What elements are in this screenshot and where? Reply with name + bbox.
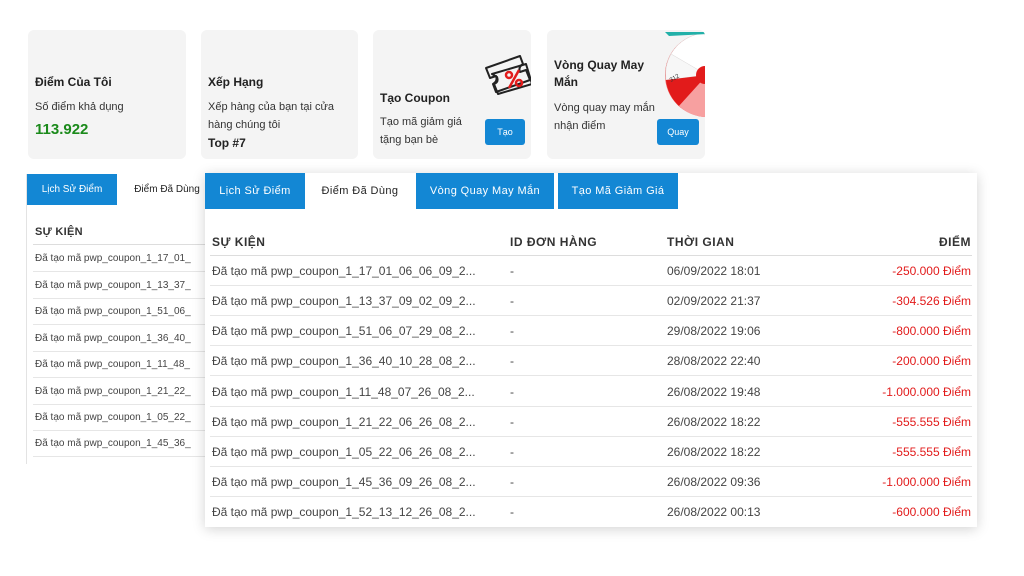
cell-order-id: - (510, 294, 514, 308)
points-card-value: 113.922 (35, 121, 89, 138)
cell-time: 26/08/2022 19:48 (667, 385, 761, 399)
cell-time: 26/08/2022 09:36 (667, 475, 761, 489)
spin-wheel-button[interactable]: Quay (657, 119, 699, 145)
back-table-row: Đã tạo mã pwp_coupon_1_21_22_ (33, 379, 216, 405)
column-header-order-id: ID ĐƠN HÀNG (510, 235, 598, 249)
cell-points: -1.000.000 Điểm (882, 385, 971, 399)
tab-points-history[interactable]: Lịch Sử Điểm (205, 173, 305, 209)
points-card: Điểm Của Tôi Số điểm khả dụng 113.922 (28, 30, 186, 159)
table-row: Đã tạo mã pwp_coupon_1_11_48_07_26_08_2.… (210, 377, 972, 407)
cell-order-id: - (510, 475, 514, 489)
cell-time: 29/08/2022 19:06 (667, 324, 761, 338)
cell-event: Đã tạo mã pwp_coupon_1_11_48_07_26_08_2.… (212, 385, 475, 399)
create-coupon-button[interactable]: Tạo (485, 119, 525, 145)
lucky-wheel-icon: 312 (655, 30, 705, 125)
lucky-wheel-card: Vòng Quay May Mắn Vòng quay may mắn nhận… (547, 30, 705, 159)
points-card-label: Số điểm khả dụng (35, 101, 124, 113)
back-table-row: Đã tạo mã pwp_coupon_1_13_37_ (33, 273, 216, 299)
column-header-event: SỰ KIỆN (212, 235, 266, 249)
cell-time: 28/08/2022 22:40 (667, 354, 761, 368)
table-row: Đã tạo mã pwp_coupon_1_51_06_07_29_08_2.… (210, 316, 972, 346)
back-header-divider (33, 244, 216, 245)
points-used-panel: Lịch Sử Điểm Điểm Đã Dùng Vòng Quay May … (205, 173, 977, 527)
tab-points-used[interactable]: Điểm Đã Dùng (305, 173, 415, 209)
cell-points: -555.555 Điểm (892, 445, 971, 459)
cell-time: 26/08/2022 18:22 (667, 445, 761, 459)
back-table-row: Đã tạo mã pwp_coupon_1_36_40_ (33, 326, 216, 352)
column-header-time: THỜI GIAN (667, 235, 735, 249)
tab-lucky-wheel[interactable]: Vòng Quay May Mắn (416, 173, 554, 209)
cell-points: -555.555 Điểm (892, 415, 971, 429)
table-row: Đã tạo mã pwp_coupon_1_05_22_06_26_08_2.… (210, 437, 972, 467)
lucky-wheel-card-title: Vòng Quay May Mắn (554, 58, 645, 89)
cell-points: -304.526 Điểm (892, 294, 971, 308)
rank-card-text: Xếp hàng của bạn tại cửa hàng chúng tôi (208, 101, 335, 131)
table-row: Đã tạo mã pwp_coupon_1_17_01_06_06_09_2.… (210, 256, 972, 286)
cell-order-id: - (510, 505, 514, 519)
cell-order-id: - (510, 415, 514, 429)
cell-time: 26/08/2022 00:13 (667, 505, 761, 519)
back-table-row: Đã tạo mã pwp_coupon_1_11_48_ (33, 352, 216, 378)
column-header-points: ĐIỂM (939, 235, 971, 249)
cell-points: -1.000.000 Điểm (882, 475, 971, 489)
points-card-title: Điểm Của Tôi (35, 75, 112, 89)
back-table-row: Đã tạo mã pwp_coupon_1_45_36_ (33, 431, 216, 457)
table-row: Đã tạo mã pwp_coupon_1_21_22_06_26_08_2.… (210, 407, 972, 437)
cell-order-id: - (510, 354, 514, 368)
table-row: Đã tạo mã pwp_coupon_1_13_37_09_02_09_2.… (210, 286, 972, 316)
cell-event: Đã tạo mã pwp_coupon_1_36_40_10_28_08_2.… (212, 354, 476, 368)
cell-event: Đã tạo mã pwp_coupon_1_21_22_06_26_08_2.… (212, 415, 476, 429)
coupon-card: Tạo Coupon Tạo mã giảm giá tặng bạn bè T… (373, 30, 531, 159)
back-tab-points-used[interactable]: Điểm Đã Dùng (117, 174, 216, 205)
table-row: Đã tạo mã pwp_coupon_1_36_40_10_28_08_2.… (210, 346, 972, 376)
cell-event: Đã tạo mã pwp_coupon_1_52_13_12_26_08_2.… (212, 505, 476, 519)
cell-time: 26/08/2022 18:22 (667, 415, 761, 429)
cell-points: -200.000 Điểm (892, 354, 971, 368)
cell-points: -800.000 Điểm (892, 324, 971, 338)
coupon-card-text: Tạo mã giảm giá tặng bạn bè (380, 116, 462, 146)
table-row: Đã tạo mã pwp_coupon_1_45_36_09_26_08_2.… (210, 467, 972, 497)
back-points-panel: Lịch Sử Điểm Điểm Đã Dùng SỰ KIỆN Đã tạo… (26, 174, 216, 464)
cell-event: Đã tạo mã pwp_coupon_1_05_22_06_26_08_2.… (212, 445, 476, 459)
cell-event: Đã tạo mã pwp_coupon_1_17_01_06_06_09_2.… (212, 264, 476, 278)
cell-event: Đã tạo mã pwp_coupon_1_51_06_07_29_08_2.… (212, 324, 476, 338)
cell-order-id: - (510, 324, 514, 338)
rank-card: Xếp Hạng Xếp hàng của bạn tại cửa hàng c… (201, 30, 358, 159)
cell-event: Đã tạo mã pwp_coupon_1_13_37_09_02_09_2.… (212, 294, 476, 308)
back-column-event: SỰ KIỆN (35, 226, 83, 238)
coupon-percent-icon (482, 50, 531, 107)
coupon-card-title: Tạo Coupon (380, 91, 450, 105)
table-row: Đã tạo mã pwp_coupon_1_52_13_12_26_08_2.… (210, 497, 972, 527)
cell-points: -250.000 Điểm (892, 264, 971, 278)
back-table-row: Đã tạo mã pwp_coupon_1_51_06_ (33, 299, 216, 325)
cell-time: 06/09/2022 18:01 (667, 264, 761, 278)
rank-card-title: Xếp Hạng (208, 75, 264, 89)
lucky-wheel-card-text: Vòng quay may mắn nhận điểm (554, 102, 655, 132)
cell-time: 02/09/2022 21:37 (667, 294, 761, 308)
cell-order-id: - (510, 445, 514, 459)
cell-order-id: - (510, 264, 514, 278)
back-table-row: Đã tạo mã pwp_coupon_1_05_22_ (33, 405, 216, 431)
rank-card-value: Top #7 (208, 136, 246, 150)
back-tab-points-history[interactable]: Lịch Sử Điểm (27, 174, 117, 205)
back-table-row: Đã tạo mã pwp_coupon_1_17_01_ (33, 246, 216, 272)
cell-event: Đã tạo mã pwp_coupon_1_45_36_09_26_08_2.… (212, 475, 476, 489)
cell-points: -600.000 Điểm (892, 505, 971, 519)
cell-order-id: - (510, 385, 514, 399)
tab-create-coupon[interactable]: Tạo Mã Giảm Giá (558, 173, 678, 209)
